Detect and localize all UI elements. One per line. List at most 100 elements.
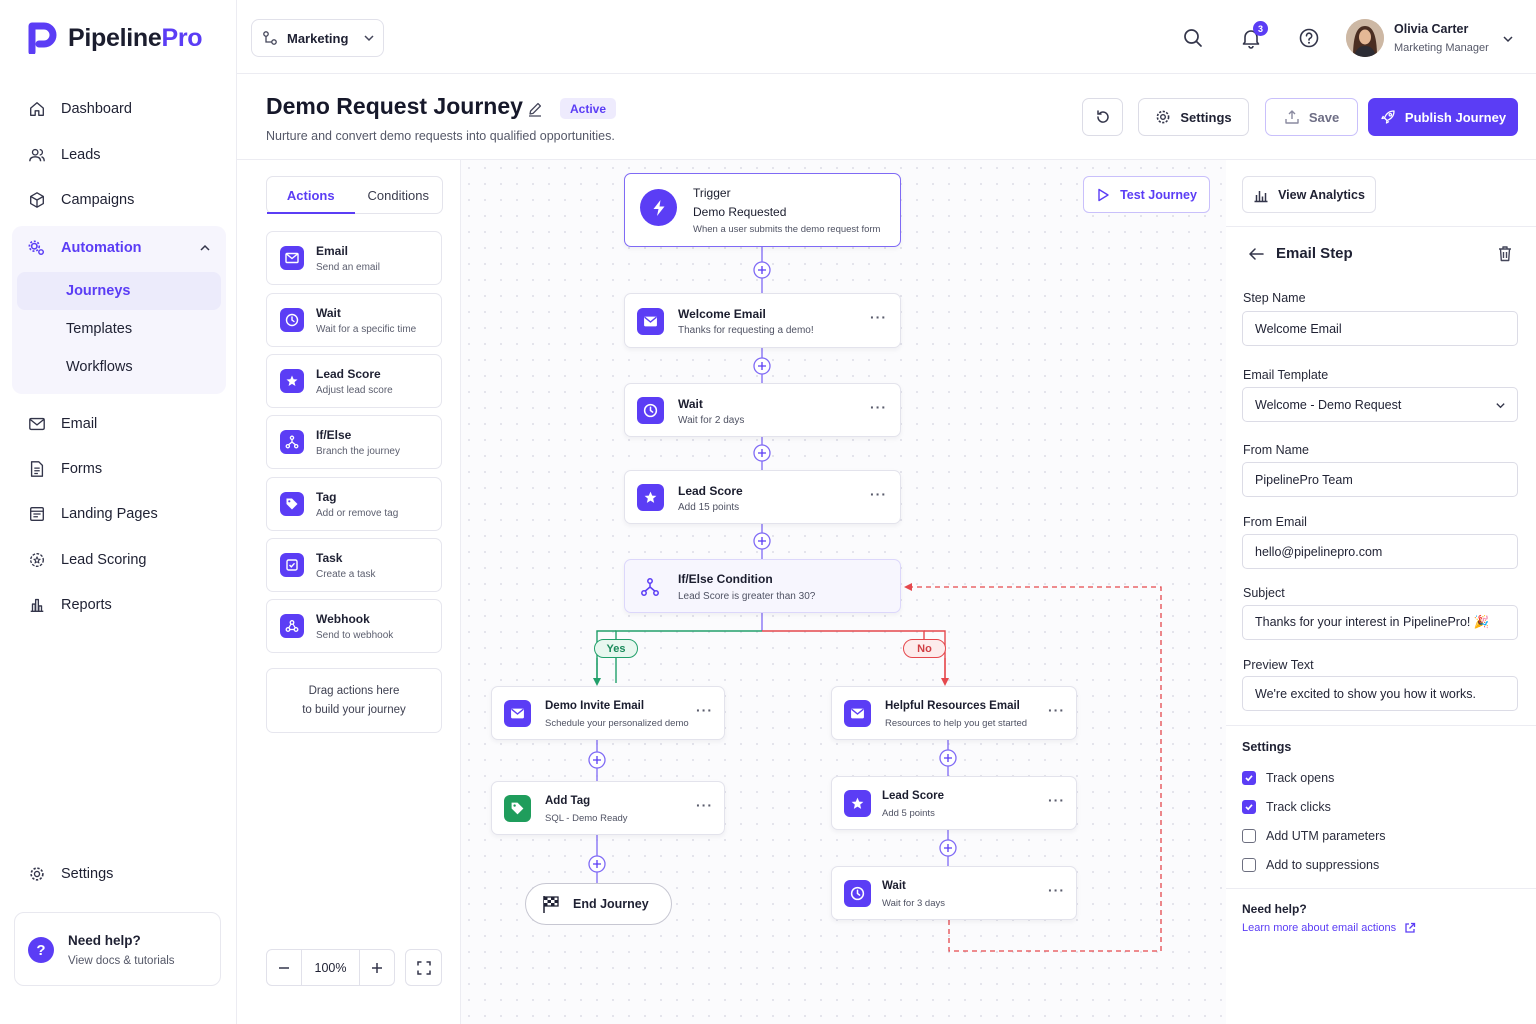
trigger-node[interactable]: Trigger Demo Requested When a user submi… (624, 173, 901, 247)
mail-icon (29, 417, 45, 431)
step-lead-score-15[interactable]: Lead Score Add 15 points ··· (624, 470, 901, 524)
more-icon[interactable]: ··· (1048, 792, 1065, 808)
more-icon[interactable]: ··· (870, 309, 887, 325)
checkbox-add-suppressions[interactable]: Add to suppressions (1242, 858, 1379, 872)
checkbox-checked[interactable] (1242, 771, 1256, 785)
step-demo-invite-email[interactable]: Demo Invite Email Schedule your personal… (491, 686, 725, 740)
question-icon: ? (28, 937, 54, 963)
star-icon (844, 790, 871, 817)
checkbox-checked[interactable] (1242, 800, 1256, 814)
more-icon[interactable]: ··· (870, 486, 887, 502)
learn-more-link[interactable]: Learn more about email actions (1242, 922, 1416, 934)
step-subtitle: Add 5 points (882, 808, 935, 819)
lightning-icon (640, 189, 677, 226)
more-icon[interactable]: ··· (1048, 882, 1065, 898)
sidebar-item-dashboard[interactable]: Dashboard (28, 97, 132, 121)
more-icon[interactable]: ··· (696, 797, 713, 813)
step-lead-score-5[interactable]: Lead Score Add 5 points ··· (831, 776, 1077, 830)
workspace-select[interactable]: Marketing (251, 19, 384, 57)
sidebar-subitem-journeys[interactable]: Journeys (66, 283, 130, 299)
arrow-left-icon[interactable] (1248, 247, 1264, 261)
sidebar-item-leads[interactable]: Leads (28, 143, 101, 167)
sidebar-item-label: Dashboard (61, 101, 132, 117)
palette-item-webhook[interactable]: Webhook Send to webhook (266, 599, 442, 653)
preview-text-input[interactable]: We're excited to show you how it works. (1242, 676, 1518, 711)
tab-actions[interactable]: Actions (267, 177, 355, 214)
subject-input[interactable]: Thanks for your interest in PipelinePro!… (1242, 605, 1518, 640)
publish-journey-button[interactable]: Publish Journey (1368, 98, 1518, 136)
palette-item-task[interactable]: Task Create a task (266, 538, 442, 592)
drop-zone-line1: Drag actions here (308, 685, 400, 697)
plus-icon (372, 962, 382, 973)
step-wait-2-days[interactable]: Wait Wait for 2 days ··· (624, 383, 901, 437)
step-wait-3-days[interactable]: Wait Wait for 3 days ··· (831, 866, 1077, 920)
edit-icon[interactable] (527, 101, 543, 117)
tab-conditions[interactable]: Conditions (355, 177, 443, 213)
palette-item-lead-score[interactable]: Lead Score Adjust lead score (266, 354, 442, 408)
step-add-tag[interactable]: Add Tag SQL - Demo Ready ··· (491, 781, 725, 835)
sidebar-item-automation[interactable]: Automation (28, 236, 142, 260)
settings-button-label: Settings (1180, 109, 1232, 125)
help-card[interactable]: ? Need help? View docs & tutorials (14, 912, 221, 986)
sidebar-subitem-workflows[interactable]: Workflows (66, 359, 133, 375)
from-name-input[interactable]: PipelinePro Team (1242, 462, 1518, 497)
step-subtitle: Resources to help you get started (885, 718, 1028, 729)
minus-icon (279, 966, 289, 969)
palette-item-wait[interactable]: Wait Wait for a specific time (266, 293, 442, 347)
save-button[interactable]: Save (1265, 98, 1358, 136)
view-analytics-button[interactable]: View Analytics (1242, 176, 1376, 213)
drop-zone[interactable]: Drag actions here to build your journey (266, 668, 442, 733)
sidebar-subitem-templates[interactable]: Templates (66, 321, 132, 337)
avatar[interactable] (1346, 19, 1384, 57)
help-icon[interactable] (1298, 27, 1320, 49)
action-palette (237, 160, 461, 1024)
fit-screen-button[interactable] (405, 949, 442, 986)
test-journey-button[interactable]: Test Journey (1083, 176, 1210, 213)
sidebar-item-reports[interactable]: Reports (28, 593, 112, 617)
sidebar-item-email[interactable]: Email (28, 412, 97, 436)
status-badge: Active (560, 98, 617, 119)
branch-yes-label: Yes (594, 639, 638, 658)
trash-icon[interactable] (1497, 245, 1513, 262)
step-title: Wait (882, 880, 906, 892)
palette-item-subtitle: Branch the journey (316, 446, 400, 457)
checkbox-unchecked[interactable] (1242, 829, 1256, 843)
step-name-input[interactable]: Welcome Email (1242, 311, 1518, 346)
more-icon[interactable]: ··· (870, 399, 887, 415)
settings-button[interactable]: Settings (1138, 98, 1249, 136)
publish-button-label: Publish Journey (1404, 109, 1507, 125)
checkbox-track-clicks[interactable]: Track clicks (1242, 800, 1331, 814)
palette-item-if-else[interactable]: If/Else Branch the journey (266, 415, 442, 469)
sidebar-item-lead-scoring[interactable]: Lead Scoring (28, 548, 146, 572)
more-icon[interactable]: ··· (696, 702, 713, 718)
palette-item-email[interactable]: Email Send an email (266, 231, 442, 285)
checkbox-track-opens[interactable]: Track opens (1242, 771, 1334, 785)
sidebar-item-campaigns[interactable]: Campaigns (28, 188, 134, 212)
chevron-down-icon[interactable] (1502, 33, 1514, 45)
checkbox-add-utm[interactable]: Add UTM parameters (1242, 829, 1385, 843)
palette-item-title: Tag (316, 490, 337, 504)
checkbox-unchecked[interactable] (1242, 858, 1256, 872)
end-journey-node[interactable]: End Journey (525, 883, 672, 925)
brand-logo[interactable]: PipelinePro (28, 22, 203, 54)
zoom-in-button[interactable] (359, 949, 395, 986)
webhook-icon (280, 614, 304, 638)
sidebar-item-landing-pages[interactable]: Landing Pages (28, 502, 158, 526)
chevron-down-icon (364, 35, 374, 42)
from-email-input[interactable]: hello@pipelinepro.com (1242, 534, 1518, 569)
palette-item-title: Webhook (316, 612, 370, 626)
sidebar-item-settings[interactable]: Settings (28, 862, 113, 886)
email-template-select[interactable]: Welcome - Demo Request (1242, 387, 1518, 422)
sidebar-item-forms[interactable]: Forms (28, 457, 102, 481)
panel-divider (1226, 888, 1536, 889)
step-if-else-condition[interactable]: If/Else Condition Lead Score is greater … (624, 559, 901, 613)
more-icon[interactable]: ··· (1048, 702, 1065, 718)
zoom-out-button[interactable] (266, 949, 302, 986)
step-helpful-resources-email[interactable]: Helpful Resources Email Resources to hel… (831, 686, 1077, 740)
history-button[interactable] (1082, 98, 1123, 136)
search-icon[interactable] (1182, 27, 1204, 49)
chevron-up-icon[interactable] (199, 242, 211, 254)
palette-item-tag[interactable]: Tag Add or remove tag (266, 477, 442, 531)
step-welcome-email[interactable]: Welcome Email Thanks for requesting a de… (624, 293, 901, 348)
branch-icon (280, 430, 304, 454)
